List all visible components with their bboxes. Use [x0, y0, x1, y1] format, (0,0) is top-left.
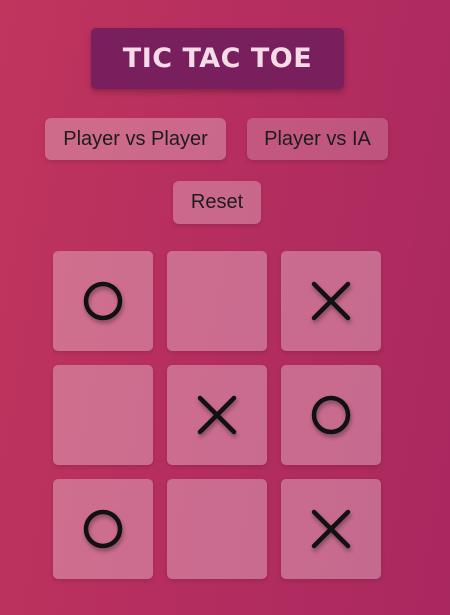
title-banner: TIC TAC TOE	[91, 28, 344, 89]
cell-r2c2[interactable]	[167, 365, 267, 465]
x-mark-icon	[195, 393, 239, 437]
cell-r3c1[interactable]	[53, 479, 153, 579]
cell-r1c1[interactable]	[53, 251, 153, 351]
cell-r3c3[interactable]	[281, 479, 381, 579]
cell-r1c3[interactable]	[281, 251, 381, 351]
o-mark-icon	[81, 279, 125, 323]
player-vs-ia-button[interactable]: Player vs IA	[247, 118, 388, 160]
cell-r3c2[interactable]	[167, 479, 267, 579]
o-mark-icon	[81, 507, 125, 551]
o-mark-icon	[309, 393, 353, 437]
reset-button[interactable]: Reset	[173, 181, 261, 224]
x-mark-icon	[309, 279, 353, 323]
x-mark-icon	[309, 507, 353, 551]
game-board	[53, 251, 381, 579]
cell-r2c1[interactable]	[53, 365, 153, 465]
cell-r2c3[interactable]	[281, 365, 381, 465]
game-title: TIC TAC TOE	[122, 43, 313, 74]
player-vs-player-button[interactable]: Player vs Player	[45, 118, 226, 160]
cell-r1c2[interactable]	[167, 251, 267, 351]
